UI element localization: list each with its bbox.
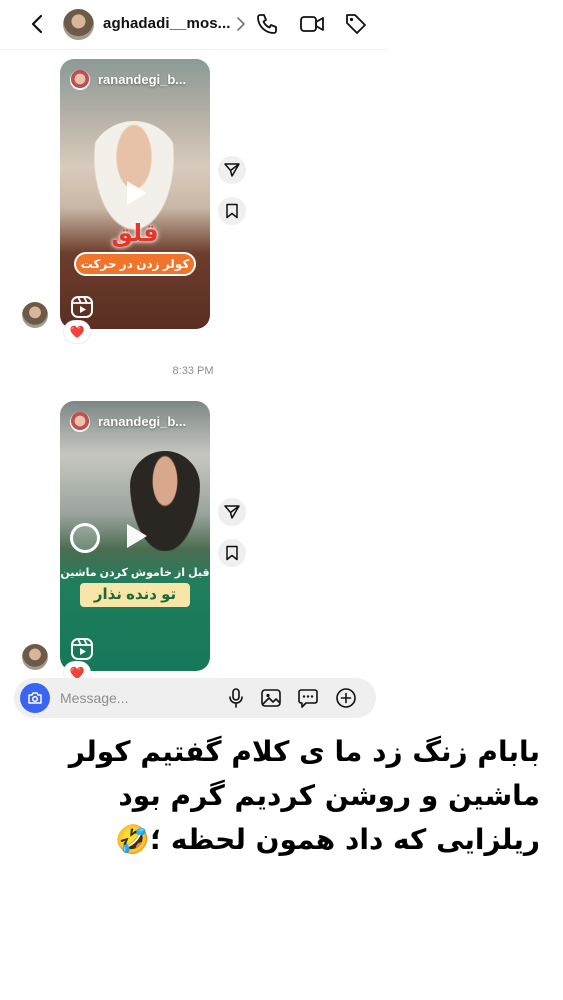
avatar[interactable] [63, 9, 94, 40]
sender-avatar[interactable] [22, 302, 48, 328]
phone-icon[interactable] [255, 12, 279, 36]
back-icon[interactable] [26, 12, 50, 36]
reels-icon [71, 296, 93, 318]
video-call-icon[interactable] [299, 12, 325, 36]
sender-avatar[interactable] [22, 644, 48, 670]
reel-overlay-line2: تو دنده نذار [80, 583, 190, 607]
sticker-icon[interactable] [297, 687, 319, 709]
save-button[interactable] [218, 197, 246, 225]
shared-reel-1[interactable]: ranandegi_b... قلق کولر زدن در حرکت [60, 59, 210, 329]
play-icon[interactable] [120, 178, 150, 208]
play-icon[interactable] [120, 521, 150, 551]
share-icon [224, 163, 240, 177]
chat-username[interactable]: aghadadi__mos... [103, 15, 230, 32]
reel-author-avatar [70, 412, 90, 432]
timestamp: 8:33 PM [172, 365, 214, 377]
gallery-icon[interactable] [260, 687, 282, 709]
reels-icon [71, 638, 93, 660]
reaction-badge[interactable]: ❤️ [64, 321, 90, 343]
steering-wheel-graphic [70, 523, 100, 553]
shared-reel-2[interactable]: ranandegi_b... قبل از خاموش کردن ماشین ت… [60, 401, 210, 671]
share-button[interactable] [218, 498, 246, 526]
microphone-icon[interactable] [225, 687, 247, 709]
bookmark-icon [226, 203, 238, 219]
caption-line: بابام زنگ زد ما ی کلام گفتیم کولر [68, 735, 540, 768]
share-icon [224, 505, 240, 519]
bookmark-icon [226, 545, 238, 561]
reel-overlay-subtitle: کولر زدن در حرکت [74, 252, 196, 276]
caption-line: ریلزایی که داد همون لحظه ؛🤣 [115, 823, 540, 856]
camera-icon [28, 692, 42, 704]
chat-header: aghadadi__mos... [0, 0, 386, 50]
camera-button[interactable] [20, 683, 50, 713]
reel-overlay-line1: قبل از خاموش کردن ماشین [60, 567, 210, 579]
caption-text: بابام زنگ زد ما ی کلام گفتیم کولر ماشین … [40, 730, 540, 862]
message-composer [14, 678, 376, 718]
reel-author-name: ranandegi_b... [98, 414, 187, 429]
chat-area: aghadadi__mos... ranandegi_b... قلق کولر… [0, 0, 386, 720]
reel-author-avatar [70, 70, 90, 90]
plus-icon[interactable] [335, 687, 357, 709]
reel-overlay-title: قلق [111, 220, 159, 247]
reel-author-name: ranandegi_b... [98, 72, 187, 87]
share-button[interactable] [218, 156, 246, 184]
save-button[interactable] [218, 539, 246, 567]
caption-line: ماشین و روشن کردیم گرم بود [118, 779, 540, 812]
tag-icon[interactable] [344, 12, 368, 36]
message-input[interactable] [60, 688, 210, 708]
chevron-right-icon[interactable] [236, 16, 246, 32]
